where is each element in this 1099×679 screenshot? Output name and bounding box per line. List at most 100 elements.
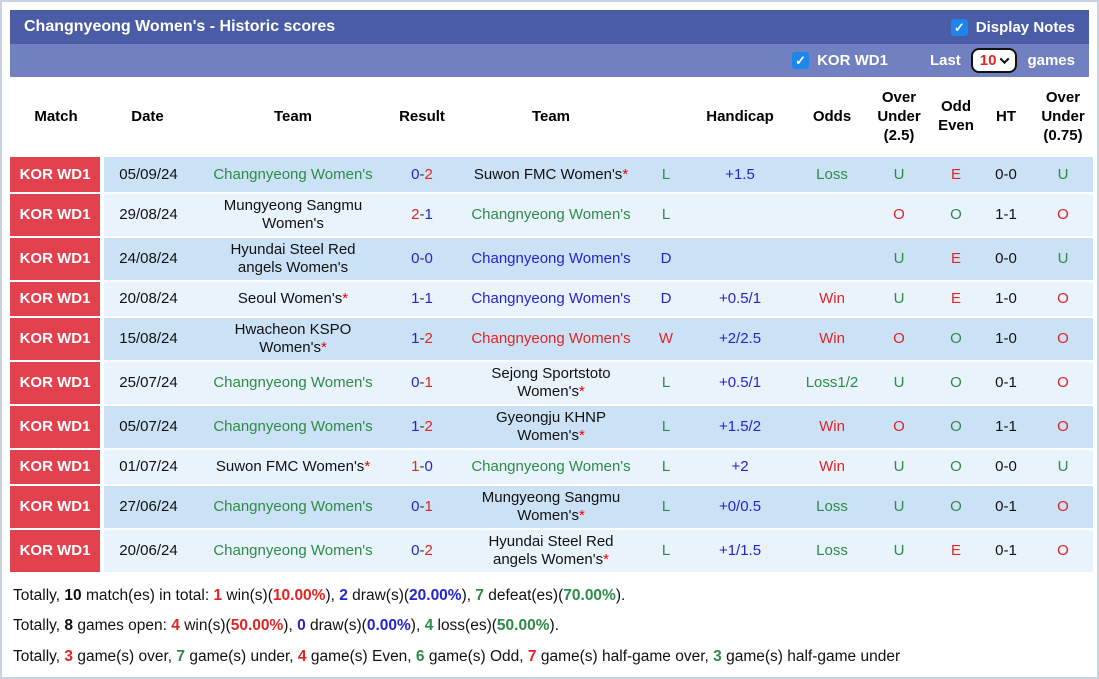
home-team-cell: Changnyeong Women's (193, 361, 393, 407)
over-under-25-cell: U (865, 485, 933, 531)
over-under-25-value: U (893, 498, 905, 516)
result-letter: L (661, 542, 671, 560)
result-letter-cell: D (651, 237, 681, 283)
summary-segment: 7 (176, 647, 186, 665)
league-badge: KOR WD1 (10, 485, 104, 531)
summary-segment: game(s) over, (73, 647, 177, 665)
odd-even-value: E (950, 290, 961, 308)
odd-even-cell: O (933, 361, 979, 407)
result-letter-cell: L (651, 157, 681, 195)
summary-segment: draw(s)( (305, 617, 367, 635)
summary-segment: Totally, (13, 647, 65, 665)
away-team-cell: Hyundai Steel Red angels Women's* (451, 529, 651, 575)
full-time-score: 0-2 (393, 157, 451, 195)
odds-cell: Loss (799, 157, 865, 195)
over-under-25-value: U (893, 542, 905, 560)
half-time-score: 0-0 (979, 237, 1033, 283)
over-under-075-cell: U (1033, 449, 1093, 487)
summary-segment: 20.00% (409, 587, 462, 605)
display-notes-checkbox[interactable]: ✓ (950, 18, 968, 36)
handicap-value: +0.5/1 (718, 374, 762, 392)
col-header-away-team: Team (451, 77, 651, 158)
handicap-cell: +1.5/2 (681, 405, 799, 451)
col-header-over-under-25: Over Under (2.5) (865, 77, 933, 158)
home-goals: 1 (411, 290, 420, 308)
table-row: KOR WD1 25/07/24 Changnyeong Women's 0-1 Sej… (10, 361, 1093, 407)
full-time-score: 0-2 (393, 529, 451, 575)
team-name: Changnyeong Women's (213, 165, 373, 183)
col-header-handicap: Handicap (681, 77, 799, 158)
summary-segment: 1 (213, 587, 223, 605)
table-row: KOR WD1 05/09/24 Changnyeong Women's 0-2 Suw… (10, 157, 1093, 195)
over-under-075-value: U (1057, 250, 1069, 268)
over-under-075-value: U (1057, 458, 1069, 476)
away-team-cell: Suwon FMC Women's* (451, 157, 651, 195)
over-under-25-cell: U (865, 237, 933, 283)
page-title: Changnyeong Women's - Historic scores (24, 18, 336, 35)
handicap-value: +1.5/2 (718, 418, 762, 436)
result-letter: W (658, 330, 674, 348)
over-under-25-cell: O (865, 317, 933, 363)
odd-even-cell: E (933, 281, 979, 319)
odds-result: Win (819, 290, 845, 308)
col-header-home-team: Team (193, 77, 393, 158)
summary-segment: draw(s)( (347, 587, 410, 605)
summary-segment: 10.00% (272, 587, 326, 605)
odds-result: Win (819, 458, 845, 476)
games-count-select[interactable]: 10 (970, 48, 1018, 73)
handicap-value: +1/1.5 (718, 542, 762, 560)
away-goals: 2 (424, 165, 433, 183)
home-goals: 0 (411, 250, 420, 268)
favorite-star: * (342, 290, 349, 308)
odd-even-value: E (950, 165, 961, 183)
summary: Totally, 10 match(es) in total: 1 win(s)… (10, 574, 1089, 666)
display-notes-toggle[interactable]: ✓ Display Notes (950, 18, 1075, 36)
summary-segment: 8 (64, 617, 74, 635)
full-time-score: 1-0 (393, 449, 451, 487)
away-team-cell: Sejong Sportstoto Women's* (451, 361, 651, 407)
over-under-25-cell: O (865, 193, 933, 239)
league-badge: KOR WD1 (10, 281, 104, 319)
odd-even-cell: E (933, 237, 979, 283)
summary-segment: Totally, (13, 587, 65, 605)
away-goals: 0 (424, 458, 433, 476)
table-row: KOR WD1 27/06/24 Changnyeong Women's 0-1 Mun… (10, 485, 1093, 531)
result-letter: L (661, 498, 671, 516)
summary-segment: ), (283, 617, 298, 635)
favorite-star: * (622, 165, 629, 183)
team-name: Changnyeong Women's (471, 206, 631, 224)
half-time-score: 1-1 (979, 193, 1033, 239)
summary-segment: 2 (339, 587, 348, 605)
summary-segment: games open: (73, 617, 172, 635)
odds-result: Win (819, 330, 845, 348)
result-letter: L (661, 374, 671, 392)
result-letter: L (661, 458, 671, 476)
result-letter-cell: L (651, 193, 681, 239)
summary-segment: 7 (475, 587, 484, 605)
over-under-25-cell: U (865, 529, 933, 575)
summary-segment: 10 (64, 587, 82, 605)
summary-segment: 70.00% (563, 587, 616, 605)
match-date: 27/06/24 (102, 485, 193, 531)
over-under-075-cell: U (1033, 157, 1093, 195)
home-team-cell: Changnyeong Women's (193, 529, 393, 575)
home-goals: 0 (411, 498, 420, 516)
home-goals: 0 (411, 165, 420, 183)
over-under-25-cell: O (865, 405, 933, 451)
over-under-25-value: O (893, 206, 905, 224)
result-letter-cell: L (651, 405, 681, 451)
away-team-cell: Changnyeong Women's (451, 193, 651, 239)
team-name: Changnyeong Women's (471, 458, 631, 476)
team-name: Changnyeong Women's (213, 498, 373, 516)
over-under-25-value: U (893, 250, 905, 268)
league-checkbox[interactable]: ✓ (792, 52, 810, 69)
odd-even-value: O (950, 374, 962, 392)
col-header-odd-even: Odd Even (933, 77, 979, 158)
over-under-075-value: U (1057, 165, 1069, 183)
handicap-value: +2 (731, 458, 749, 476)
home-team-cell: Changnyeong Women's (193, 485, 393, 531)
table-row: KOR WD1 05/07/24 Changnyeong Women's 1-2 Gye… (10, 405, 1093, 451)
odd-even-value: O (950, 498, 962, 516)
league-toggle[interactable]: ✓ KOR WD1 (792, 52, 888, 69)
summary-segment: 3 (713, 647, 722, 665)
